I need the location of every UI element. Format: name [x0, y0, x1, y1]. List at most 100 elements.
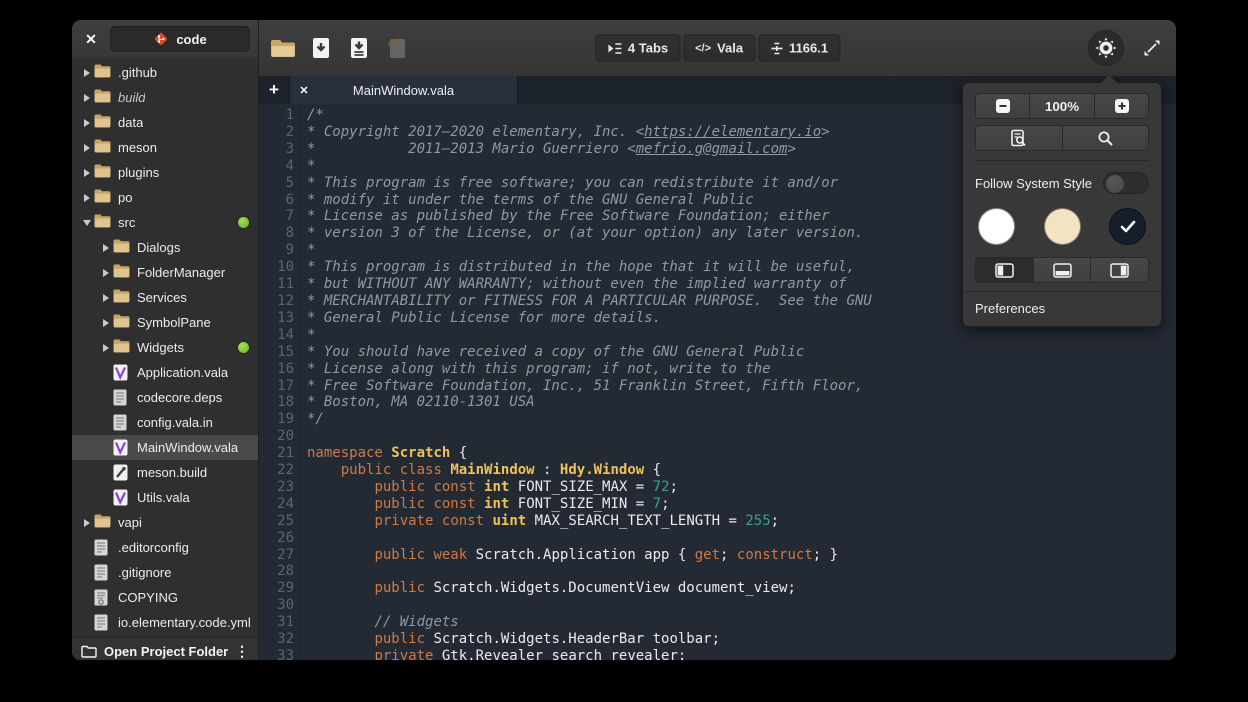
tab-mainwindow[interactable]: ✕ MainWindow.vala: [289, 76, 518, 104]
tree-item-meson[interactable]: meson: [72, 135, 258, 160]
language-button[interactable]: </> Vala: [683, 35, 755, 62]
disclosure-triangle-icon[interactable]: [80, 519, 94, 527]
goto-line-button[interactable]: 1166.1: [758, 35, 840, 62]
toggle-sidebar-button[interactable]: [975, 257, 1034, 283]
fullscreen-button[interactable]: [1140, 36, 1164, 60]
tree-item-label: SymbolPane: [137, 315, 211, 330]
tree-item-application-vala[interactable]: Application.vala: [72, 360, 258, 385]
disclosure-triangle-icon[interactable]: [99, 294, 113, 302]
style-swatch-dark[interactable]: [1109, 208, 1146, 245]
style-swatch-light[interactable]: [978, 208, 1015, 245]
tree-item-dialogs[interactable]: Dialogs: [72, 235, 258, 260]
code-line: */: [307, 411, 1176, 428]
line-number: 5: [259, 175, 294, 192]
license-file-icon: [94, 589, 111, 606]
disclosure-triangle-icon[interactable]: [80, 220, 94, 226]
folder-icon: [113, 264, 130, 281]
open-project-folder-button[interactable]: Open Project Folder… ⋮: [72, 637, 258, 660]
tree-item-data[interactable]: data: [72, 110, 258, 135]
disclosure-triangle-icon[interactable]: [80, 169, 94, 177]
save-icon: [312, 37, 330, 59]
tree-item-config-vala-in[interactable]: config.vala.in: [72, 410, 258, 435]
tree-item-src[interactable]: src: [72, 210, 258, 235]
line-number: 16: [259, 361, 294, 378]
tab-width-button[interactable]: 4 Tabs: [595, 35, 680, 62]
layout-bottom-icon: [1053, 263, 1072, 278]
tree-item-codecore-deps[interactable]: codecore.deps: [72, 385, 258, 410]
disclosure-triangle-icon[interactable]: [80, 194, 94, 202]
zoom-out-button[interactable]: [975, 93, 1030, 119]
line-number: 11: [259, 276, 294, 293]
open-file-button[interactable]: [268, 33, 298, 63]
find-in-project-button[interactable]: [975, 125, 1063, 151]
disclosure-triangle-icon[interactable]: [80, 144, 94, 152]
disclosure-triangle-icon[interactable]: [80, 119, 94, 127]
tree-item-label: po: [118, 190, 132, 205]
text-file-icon: [94, 539, 111, 556]
vala-file-icon: [113, 439, 130, 456]
find-button[interactable]: [1062, 125, 1150, 151]
tree-item--editorconfig[interactable]: .editorconfig: [72, 535, 258, 560]
line-number: 26: [259, 530, 294, 547]
revert-icon: [387, 37, 407, 59]
style-swatches: [975, 198, 1149, 257]
save-as-button[interactable]: [344, 33, 374, 63]
tree-item--github[interactable]: .github: [72, 60, 258, 85]
settings-button[interactable]: [1088, 30, 1124, 66]
zoom-level-button[interactable]: 100%: [1029, 93, 1095, 119]
tree-item-label: .gitignore: [118, 565, 171, 580]
toggle-terminal-button[interactable]: [1033, 257, 1092, 283]
zoom-in-icon: [1114, 98, 1130, 114]
tree-item-plugins[interactable]: plugins: [72, 160, 258, 185]
text-file-icon: [94, 564, 111, 581]
disclosure-triangle-icon[interactable]: [99, 244, 113, 252]
tree-item-symbolpane[interactable]: SymbolPane: [72, 310, 258, 335]
code-line: * Boston, MA 02110-1301 USA: [307, 394, 1176, 411]
project-chip[interactable]: code: [110, 26, 250, 52]
tree-item-io-elementary-code-yml[interactable]: io.elementary.code.yml: [72, 610, 258, 635]
tree-item-widgets[interactable]: Widgets: [72, 335, 258, 360]
disclosure-triangle-icon[interactable]: [99, 344, 113, 352]
zoom-in-button[interactable]: [1094, 93, 1149, 119]
folder-open-icon: [270, 39, 296, 58]
tree-item--gitignore[interactable]: .gitignore: [72, 560, 258, 585]
kebab-menu-icon[interactable]: ⋮: [235, 643, 249, 660]
window-close-button[interactable]: ✕: [80, 28, 102, 50]
tree-item-vapi[interactable]: vapi: [72, 510, 258, 535]
disclosure-triangle-icon[interactable]: [80, 69, 94, 77]
zoom-controls: 100%: [975, 93, 1149, 119]
tree-item-build[interactable]: build: [72, 85, 258, 110]
code-line: public const int FONT_SIZE_MIN = 7;: [307, 496, 1176, 513]
folder-icon: [94, 139, 111, 156]
tab-close-icon[interactable]: ✕: [290, 84, 318, 97]
tree-item-po[interactable]: po: [72, 185, 258, 210]
revert-button[interactable]: [382, 33, 412, 63]
disclosure-triangle-icon[interactable]: [99, 269, 113, 277]
tree-item-foldermanager[interactable]: FolderManager: [72, 260, 258, 285]
preferences-menu-item[interactable]: Preferences: [963, 291, 1161, 326]
text-file-icon: [94, 614, 111, 631]
tree-item-label: MainWindow.vala: [137, 440, 238, 455]
tree-item-label: codecore.deps: [137, 390, 222, 405]
line-number: 17: [259, 378, 294, 395]
disclosure-triangle-icon[interactable]: [99, 319, 113, 327]
code-line: [307, 597, 1176, 614]
style-swatch-sepia[interactable]: [1044, 208, 1081, 245]
tree-item-services[interactable]: Services: [72, 285, 258, 310]
disclosure-triangle-icon[interactable]: [80, 94, 94, 102]
follow-system-style-toggle[interactable]: [1103, 172, 1149, 194]
line-number: 29: [259, 580, 294, 597]
vala-file-icon: [113, 364, 130, 381]
code-line: public Scratch.Widgets.DocumentView docu…: [307, 580, 1176, 597]
toggle-outline-button[interactable]: [1090, 257, 1149, 283]
folder-icon: [94, 89, 111, 106]
new-tab-button[interactable]: +: [259, 76, 289, 104]
tree-item-copying[interactable]: COPYING: [72, 585, 258, 610]
code-line: public weak Scratch.Application app { ge…: [307, 547, 1176, 564]
tree-item-meson-build[interactable]: meson.build: [72, 460, 258, 485]
save-button[interactable]: [306, 33, 336, 63]
sidebar-headerbar: ✕ code: [72, 20, 258, 58]
tree-item-utils-vala[interactable]: Utils.vala: [72, 485, 258, 510]
file-tree[interactable]: .githubbuilddatamesonplugins po srcDialogs…: [72, 58, 258, 637]
tree-item-mainwindow-vala[interactable]: MainWindow.vala: [72, 435, 258, 460]
